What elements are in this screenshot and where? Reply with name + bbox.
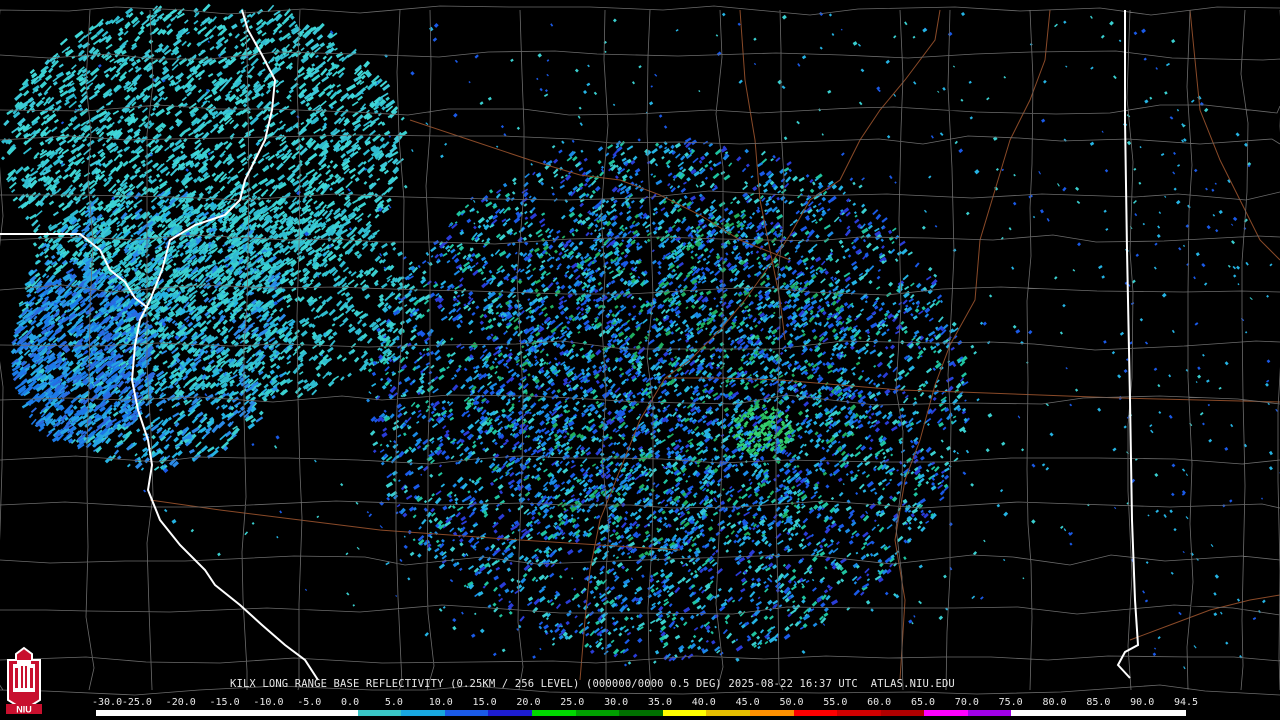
scale-swatch xyxy=(444,710,489,716)
scale-label: -20.0 xyxy=(165,697,196,708)
product-caption: KILX LONG RANGE BASE REFLECTIVITY (0.25K… xyxy=(230,678,955,690)
scale-swatch xyxy=(1142,710,1186,716)
scale-swatch xyxy=(183,710,227,716)
scale-swatch xyxy=(749,710,794,716)
color-scale-bar xyxy=(96,710,1186,716)
scale-swatch xyxy=(313,710,358,716)
scale-swatch xyxy=(1098,710,1143,716)
scale-label: 30.0 xyxy=(604,697,629,708)
scale-label: 70.0 xyxy=(954,697,979,708)
scale-swatch xyxy=(1011,710,1056,716)
radar-viewer: NIU KILX LONG RANGE BASE REFLECTIVITY (0… xyxy=(0,0,1280,720)
scale-label: 25.0 xyxy=(560,697,585,708)
scale-label: 50.0 xyxy=(779,697,804,708)
scale-swatch xyxy=(96,710,140,716)
scale-swatch xyxy=(270,710,314,716)
scale-swatch xyxy=(619,710,663,716)
scale-swatch xyxy=(226,710,271,716)
radar-map xyxy=(0,3,1280,696)
site-url: ATLAS.NIU.EDU xyxy=(870,678,955,690)
scale-label: 60.0 xyxy=(867,697,892,708)
scale-label: -15.0 xyxy=(209,697,240,708)
scale-label: 10.0 xyxy=(428,697,453,708)
scan-timestamp: 2025-08-22 16:37 UTC xyxy=(728,678,858,690)
scale-swatch xyxy=(531,710,576,716)
niu-logo: NIU xyxy=(2,646,46,716)
scale-swatch xyxy=(1055,710,1099,716)
scale-label: 90.0 xyxy=(1130,697,1155,708)
scale-label: 20.0 xyxy=(516,697,541,708)
scale-label: 40.0 xyxy=(691,697,716,708)
scale-label: 15.0 xyxy=(472,697,497,708)
scale-swatch xyxy=(401,710,445,716)
scale-swatch xyxy=(793,710,838,716)
scale-label: 5.0 xyxy=(384,697,403,708)
scale-swatch xyxy=(706,710,750,716)
scale-label: 85.0 xyxy=(1086,697,1111,708)
product-resolution: (0.25KM / 256 LEVEL) xyxy=(450,678,580,690)
volume-info: (000000/0000 0.5 DEG) xyxy=(585,678,722,690)
scale-label: 55.0 xyxy=(823,697,848,708)
scale-label: 80.0 xyxy=(1042,697,1067,708)
scale-label: 94.5 xyxy=(1174,697,1199,708)
scale-label: -5.0 xyxy=(297,697,322,708)
product-title: LONG RANGE BASE REFLECTIVITY xyxy=(262,678,444,690)
scale-label: 45.0 xyxy=(735,697,760,708)
reflectivity-echoes xyxy=(0,3,1280,670)
scale-swatch xyxy=(575,710,620,716)
scale-label: -10.0 xyxy=(253,697,284,708)
scale-swatch xyxy=(139,710,184,716)
scale-label: -30.0 xyxy=(92,697,123,708)
scale-label: 75.0 xyxy=(998,697,1023,708)
scale-label: 35.0 xyxy=(647,697,672,708)
scale-swatch xyxy=(837,710,881,716)
scale-label: 0.0 xyxy=(341,697,360,708)
scale-swatch xyxy=(662,710,707,716)
scale-swatch xyxy=(967,710,1012,716)
scale-swatch xyxy=(488,710,532,716)
scale-label: 65.0 xyxy=(910,697,936,708)
scale-swatch xyxy=(924,710,968,716)
scale-swatch xyxy=(880,710,925,716)
scale-swatch xyxy=(357,710,402,716)
station-id: KILX xyxy=(230,678,256,690)
color-scale-labels: -30.0 -25.0 -20.0 -15.0 -10.0 -5.0 0.0 5.0 10.0 1… xyxy=(92,697,1202,709)
scale-label: -25.0 xyxy=(121,697,152,708)
